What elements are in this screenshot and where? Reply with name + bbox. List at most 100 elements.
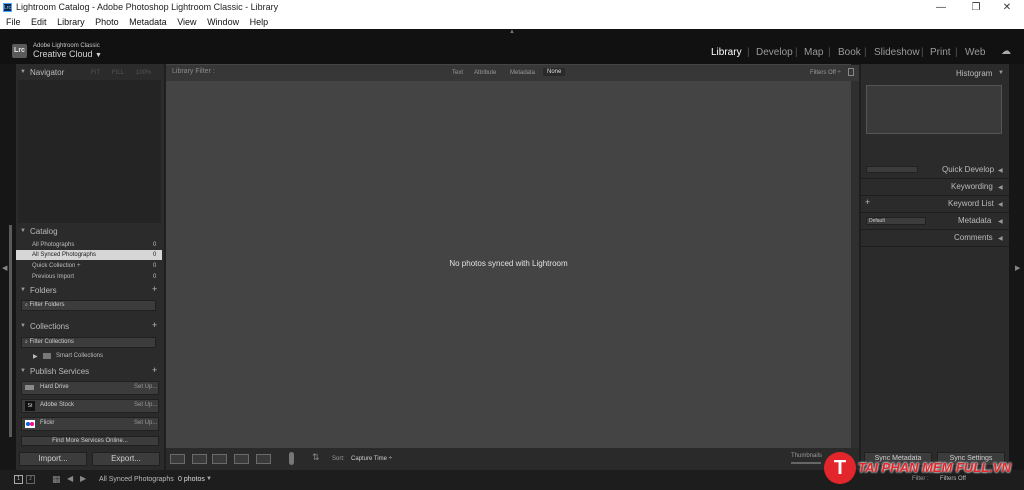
- close-icon[interactable]: ✕: [992, 0, 1022, 16]
- filter-tab-text[interactable]: Text: [452, 70, 463, 76]
- catalog-item[interactable]: All Photographs 0: [16, 240, 162, 250]
- folders-title[interactable]: Folders: [30, 286, 57, 295]
- page-2-button[interactable]: 2: [26, 475, 35, 484]
- sort-dropdown[interactable]: Capture Time ÷: [351, 456, 392, 462]
- setup-link[interactable]: Set Up...: [134, 384, 157, 390]
- menu-window[interactable]: Window: [207, 16, 239, 28]
- menu-view[interactable]: View: [177, 16, 196, 28]
- zoom-fit[interactable]: FIT: [91, 70, 100, 76]
- module-develop[interactable]: Develop: [756, 47, 793, 58]
- module-slideshow[interactable]: Slideshow: [874, 47, 920, 58]
- collections-title[interactable]: Collections: [30, 322, 69, 331]
- saved-preset-select[interactable]: [866, 166, 918, 173]
- page-1-button[interactable]: 1: [14, 475, 23, 484]
- add-service-icon[interactable]: +: [152, 365, 157, 375]
- panel-keyword-list[interactable]: Keyword List: [948, 199, 994, 208]
- add-folder-icon[interactable]: +: [152, 284, 157, 294]
- collapse-triangle-icon[interactable]: ▼: [20, 69, 26, 75]
- hard-drive-icon: [25, 385, 34, 390]
- service-flickr[interactable]: Flickr Set Up...: [21, 417, 159, 431]
- catalog-item-count: 0: [153, 252, 157, 258]
- chevron-down-icon[interactable]: ▼: [95, 52, 102, 59]
- spray-can-icon[interactable]: [289, 452, 294, 465]
- menu-photo[interactable]: Photo: [95, 16, 119, 28]
- service-hard-drive[interactable]: Hard Drive Set Up...: [21, 381, 159, 395]
- service-adobe-stock[interactable]: St Adobe Stock Set Up...: [21, 399, 159, 413]
- add-collection-icon[interactable]: +: [152, 320, 157, 330]
- menu-file[interactable]: File: [6, 16, 21, 28]
- catalog-item-selected[interactable]: All Synced Photographs 0: [16, 250, 162, 260]
- filter-tab-metadata[interactable]: Metadata: [510, 70, 535, 76]
- zoom-fill[interactable]: FILL: [112, 70, 124, 76]
- loupe-view-icon[interactable]: [192, 454, 207, 464]
- module-map[interactable]: Map: [804, 47, 823, 58]
- navigator-title[interactable]: Navigator: [30, 68, 64, 77]
- collapse-triangle-icon[interactable]: ▼: [20, 368, 26, 374]
- panel-comments[interactable]: Comments: [954, 233, 993, 242]
- left-panel-toggle-icon[interactable]: ◀: [2, 264, 7, 272]
- filter-collections-placeholder: Filter Collections: [29, 339, 74, 345]
- restore-icon[interactable]: ❐: [961, 0, 991, 16]
- find-more-services-button[interactable]: Find More Services Online...: [21, 436, 159, 446]
- module-library[interactable]: Library: [711, 47, 742, 58]
- sort-direction-icon[interactable]: ⇅: [312, 452, 320, 463]
- minimize-icon[interactable]: —: [926, 0, 956, 16]
- grid-icon[interactable]: ▦: [52, 474, 61, 485]
- panel-metadata[interactable]: Metadata: [958, 216, 991, 225]
- people-view-icon[interactable]: [256, 454, 271, 464]
- expand-triangle-icon[interactable]: ▶: [33, 353, 38, 360]
- expand-triangle-icon[interactable]: ◀: [998, 201, 1003, 208]
- filter-tab-attribute[interactable]: Attribute: [474, 70, 496, 76]
- expand-triangle-icon[interactable]: ◀: [998, 218, 1003, 225]
- top-panel-toggle-icon[interactable]: ▲: [509, 29, 515, 35]
- zoom-100[interactable]: 100%: [136, 70, 151, 76]
- import-button[interactable]: Import...: [19, 452, 87, 466]
- menu-metadata[interactable]: Metadata: [129, 16, 167, 28]
- export-button[interactable]: Export...: [92, 452, 160, 466]
- smart-collections-label[interactable]: Smart Collections: [56, 353, 103, 359]
- menu-help[interactable]: Help: [250, 16, 269, 28]
- catalog-title[interactable]: Catalog: [30, 227, 58, 236]
- catalog-item[interactable]: Previous Import 0: [16, 272, 162, 282]
- module-book[interactable]: Book: [838, 47, 861, 58]
- expand-triangle-icon[interactable]: ◀: [998, 167, 1003, 174]
- add-keyword-icon[interactable]: +: [865, 197, 870, 207]
- back-arrow-icon[interactable]: ◀: [67, 474, 73, 483]
- filter-tab-none[interactable]: None: [543, 68, 566, 76]
- left-scrollbar[interactable]: [9, 225, 12, 437]
- setup-link[interactable]: Set Up...: [134, 402, 157, 408]
- survey-view-icon[interactable]: [234, 454, 249, 464]
- module-print[interactable]: Print: [930, 47, 951, 58]
- setup-link[interactable]: Set Up...: [134, 420, 157, 426]
- panel-quick-develop[interactable]: Quick Develop: [942, 165, 994, 174]
- right-panel-toggle-icon[interactable]: ▶: [1015, 264, 1020, 272]
- histogram-title[interactable]: Histogram: [956, 69, 992, 78]
- panel-keywording[interactable]: Keywording: [951, 182, 993, 191]
- collapse-triangle-icon[interactable]: ▼: [20, 323, 26, 329]
- grid-scrollbar[interactable]: [851, 81, 859, 448]
- filter-folders-input[interactable]: ⌕ Filter Folders: [21, 300, 156, 311]
- expand-triangle-icon[interactable]: ◀: [998, 235, 1003, 242]
- cloud-icon[interactable]: ☁: [1001, 46, 1011, 57]
- lock-icon[interactable]: [848, 68, 854, 76]
- brand-line-2[interactable]: Creative Cloud ▼: [33, 49, 102, 59]
- source-label[interactable]: All Synced Photographs: [99, 476, 174, 483]
- grid-view-icon[interactable]: [170, 454, 185, 464]
- menu-library[interactable]: Library: [57, 16, 85, 28]
- collapse-triangle-icon[interactable]: ▼: [20, 287, 26, 293]
- menu-edit[interactable]: Edit: [31, 16, 47, 28]
- module-divider: |: [921, 47, 924, 58]
- filter-collections-input[interactable]: ⌕ Filter Collections: [21, 337, 156, 348]
- compare-view-icon[interactable]: [212, 454, 227, 464]
- filters-status[interactable]: Filters Off ÷: [810, 70, 841, 76]
- metadata-preset-select[interactable]: Default: [866, 217, 926, 225]
- library-filter-title: Library Filter :: [172, 68, 215, 75]
- collapse-triangle-icon[interactable]: ▼: [20, 228, 26, 234]
- publish-services-title[interactable]: Publish Services: [30, 367, 89, 376]
- expand-triangle-icon[interactable]: ◀: [998, 184, 1003, 191]
- collapse-triangle-icon[interactable]: ▼: [998, 70, 1004, 76]
- forward-arrow-icon[interactable]: ▶: [80, 474, 86, 483]
- catalog-item[interactable]: Quick Collection + 0: [16, 261, 162, 271]
- chevron-down-icon[interactable]: ▼: [206, 476, 212, 482]
- module-web[interactable]: Web: [965, 47, 985, 58]
